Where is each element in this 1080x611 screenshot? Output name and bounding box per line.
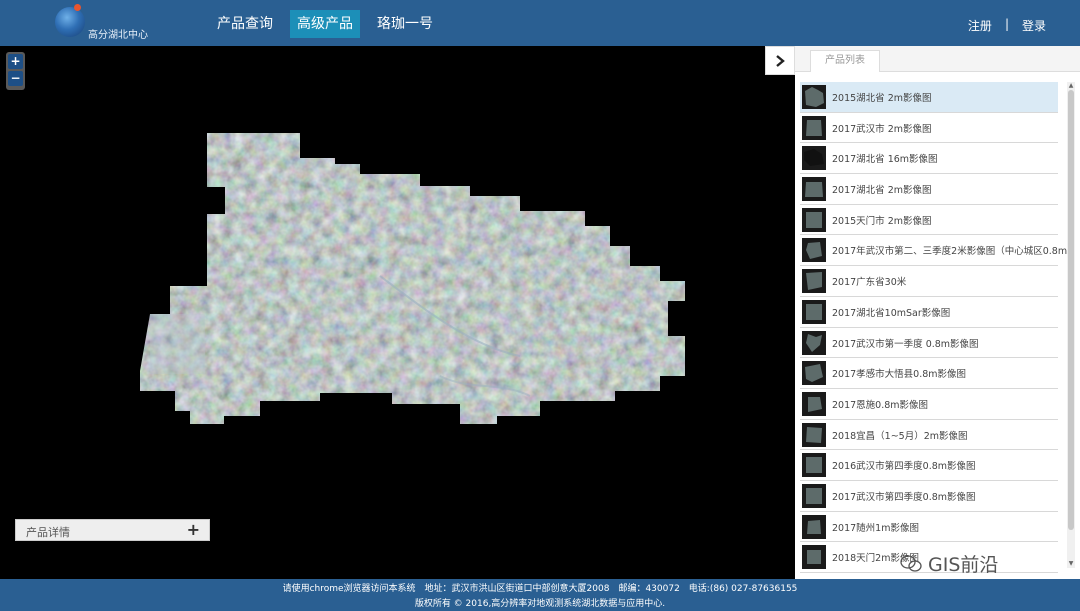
nav-product-query[interactable]: 产品查询 [210, 10, 280, 38]
satellite-imagery-mosaic [140, 133, 685, 424]
auth-links: 注册 | 登录 [968, 17, 1046, 34]
footer-copyright: 版权所有 © 2016,高分辨率对地观测系统湖北数据与应用中心. [414, 599, 666, 609]
list-item[interactable]: 2017年武汉市第二、三季度2米影像图（中心城区0.8m） [800, 235, 1077, 267]
site-logo[interactable]: 高分湖北中心 [55, 4, 175, 42]
list-item[interactable]: 2017随州1m影像图 [800, 512, 1058, 543]
list-item[interactable]: 2018宜昌（1~5月）2m影像图 [800, 420, 1058, 451]
list-item[interactable]: 2017武汉市 2m影像图 [800, 113, 1058, 144]
page-footer: 请使用chrome浏览器访问本系统 地址：武汉市洪山区街道口中部创意大厦2008… [0, 579, 1080, 611]
zoom-in-button[interactable]: + [8, 54, 23, 69]
product-label: 2017随州1m影像图 [832, 522, 919, 534]
product-list-panel: 产品列表 2015湖北省 2m影像图 2017武汉市 2m影像图 2017湖北省 1… [795, 46, 1080, 579]
product-thumbnail [802, 238, 826, 263]
zoom-control: + − [6, 52, 25, 90]
list-item[interactable]: 2017恩施0.8m影像图 [800, 389, 1058, 420]
expand-plus-icon[interactable]: + [187, 520, 200, 539]
product-thumbnail [802, 422, 826, 447]
scroll-down-icon[interactable]: ▼ [1067, 560, 1075, 568]
wechat-icon [900, 554, 922, 572]
product-detail-bar[interactable]: 产品详情 + [15, 519, 210, 541]
panel-tabs: 产品列表 [795, 46, 1080, 72]
auth-separator: | [1004, 17, 1009, 31]
product-list: 2015湖北省 2m影像图 2017武汉市 2m影像图 2017湖北省 16m影像图… [800, 82, 1077, 573]
product-label: 2017湖北省10mSar影像图 [832, 307, 951, 319]
product-label: 2015天门市 2m影像图 [832, 215, 932, 227]
footer-contact: 请使用chrome浏览器访问本系统 地址：武汉市洪山区街道口中部创意大厦2008… [282, 584, 798, 594]
top-header: 高分湖北中心 产品查询 高级产品 珞珈一号 注册 | 登录 [0, 0, 1080, 46]
list-item[interactable]: 2015天门市 2m影像图 [800, 205, 1058, 236]
list-item[interactable]: 2017湖北省 2m影像图 [800, 174, 1058, 205]
list-item[interactable]: 2015湖北省 2m影像图 [800, 82, 1058, 113]
scrollbar-thumb[interactable] [1068, 90, 1074, 530]
list-item[interactable]: 2017湖北省10mSar影像图 [800, 297, 1058, 328]
product-label: 2017武汉市 2m影像图 [832, 123, 932, 135]
product-label: 2017恩施0.8m影像图 [832, 399, 929, 411]
product-thumbnail [802, 177, 826, 202]
watermark-text: GIS前沿 [928, 554, 999, 576]
product-thumbnail [802, 391, 826, 416]
product-label: 2017武汉市第一季度 0.8m影像图 [832, 338, 979, 350]
nav-advanced-products[interactable]: 高级产品 [290, 10, 360, 38]
main-nav: 产品查询 高级产品 珞珈一号 [210, 10, 450, 38]
product-thumbnail [802, 483, 826, 508]
product-label: 2017孝感市大悟县0.8m影像图 [832, 369, 967, 381]
product-label: 2017年武汉市第二、三季度2米影像图（中心城区0.8m） [832, 246, 1077, 258]
list-item[interactable]: 2017武汉市第一季度 0.8m影像图 [800, 328, 1058, 359]
list-item[interactable]: 2017湖北省 16m影像图 [800, 143, 1058, 175]
product-thumbnail [802, 269, 826, 294]
product-thumbnail [802, 453, 826, 478]
logo-text: 高分湖北中心 [88, 30, 148, 41]
product-thumbnail [802, 207, 826, 232]
product-thumbnail [802, 361, 826, 386]
product-label: 2015湖北省 2m影像图 [832, 93, 932, 104]
product-detail-label: 产品详情 [26, 526, 70, 539]
product-thumbnail [802, 85, 826, 109]
product-label: 2017武汉市第四季度0.8m影像图 [832, 491, 976, 503]
login-link[interactable]: 登录 [1022, 17, 1046, 34]
product-label: 2016武汉市第四季度0.8m影像图 [832, 461, 976, 473]
scroll-up-icon[interactable]: ▲ [1067, 82, 1075, 90]
tab-product-list[interactable]: 产品列表 [810, 50, 880, 72]
nav-luojia-1[interactable]: 珞珈一号 [370, 10, 440, 38]
list-scrollbar[interactable]: ▲ ▼ [1067, 82, 1075, 568]
list-item[interactable]: 2017武汉市第四季度0.8m影像图 [800, 481, 1058, 512]
watermark: GIS前沿 [900, 550, 998, 577]
product-thumbnail [802, 146, 826, 171]
product-label: 2017湖北省 16m影像图 [832, 154, 938, 166]
product-thumbnail [802, 299, 826, 324]
list-item[interactable]: 2016武汉市第四季度0.8m影像图 [800, 450, 1058, 481]
map-view[interactable]: + − 产品详情 + [0, 46, 795, 579]
list-item[interactable]: 2017广东省30米 [800, 266, 1058, 297]
zoom-out-button[interactable]: − [8, 71, 23, 86]
list-item[interactable]: 2017孝感市大悟县0.8m影像图 [800, 358, 1058, 389]
product-label: 2017广东省30米 [832, 277, 907, 289]
panel-collapse-button[interactable] [765, 46, 795, 75]
product-thumbnail [802, 514, 826, 539]
register-link[interactable]: 注册 [968, 17, 992, 34]
globe-logo-icon [55, 4, 85, 37]
product-thumbnail [802, 330, 826, 355]
product-label: 2018宜昌（1~5月）2m影像图 [832, 430, 968, 442]
product-thumbnail [802, 115, 826, 140]
product-thumbnail [802, 545, 826, 570]
chevron-right-icon [776, 54, 785, 67]
product-label: 2017湖北省 2m影像图 [832, 185, 932, 197]
